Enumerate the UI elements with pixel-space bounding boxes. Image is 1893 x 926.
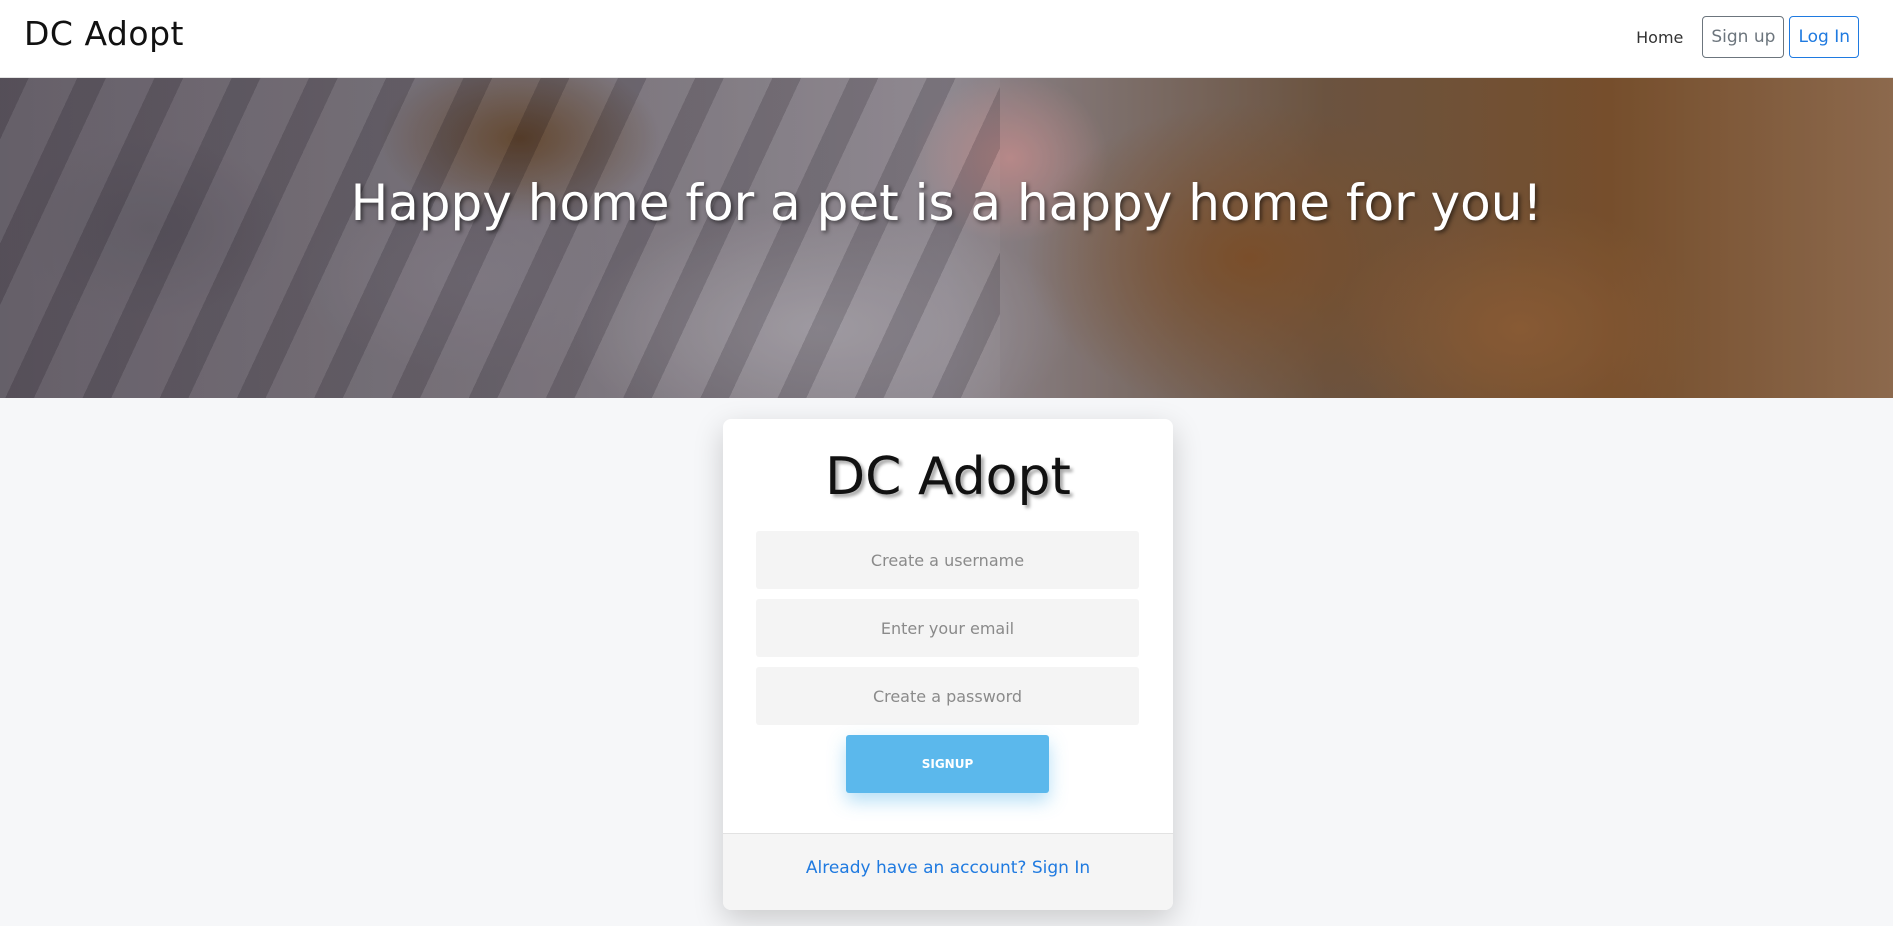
nav-home-link[interactable]: Home [1636, 28, 1683, 47]
signup-button[interactable]: SIGNUP [846, 735, 1049, 793]
hero-title: Happy home for a pet is a happy home for… [350, 174, 1543, 232]
brand-logo[interactable]: DC Adopt [24, 14, 184, 53]
card-logo: DC Adopt [825, 447, 1071, 507]
card-footer: Already have an account? Sign In [723, 833, 1173, 910]
username-input[interactable] [756, 531, 1139, 589]
nav-signup-button[interactable]: Sign up [1702, 16, 1785, 58]
nav-login-button[interactable]: Log In [1789, 16, 1859, 58]
nav-links: Home Sign up Log In [1636, 16, 1859, 58]
password-input[interactable] [756, 667, 1139, 725]
signup-card: DC Adopt SIGNUP Already have an account?… [723, 419, 1173, 910]
email-input[interactable] [756, 599, 1139, 657]
hero-overlay [0, 78, 1893, 398]
hero-banner: Happy home for a pet is a happy home for… [0, 78, 1893, 398]
top-navbar: DC Adopt Home Sign up Log In [0, 0, 1893, 78]
signin-link[interactable]: Already have an account? Sign In [806, 858, 1090, 878]
